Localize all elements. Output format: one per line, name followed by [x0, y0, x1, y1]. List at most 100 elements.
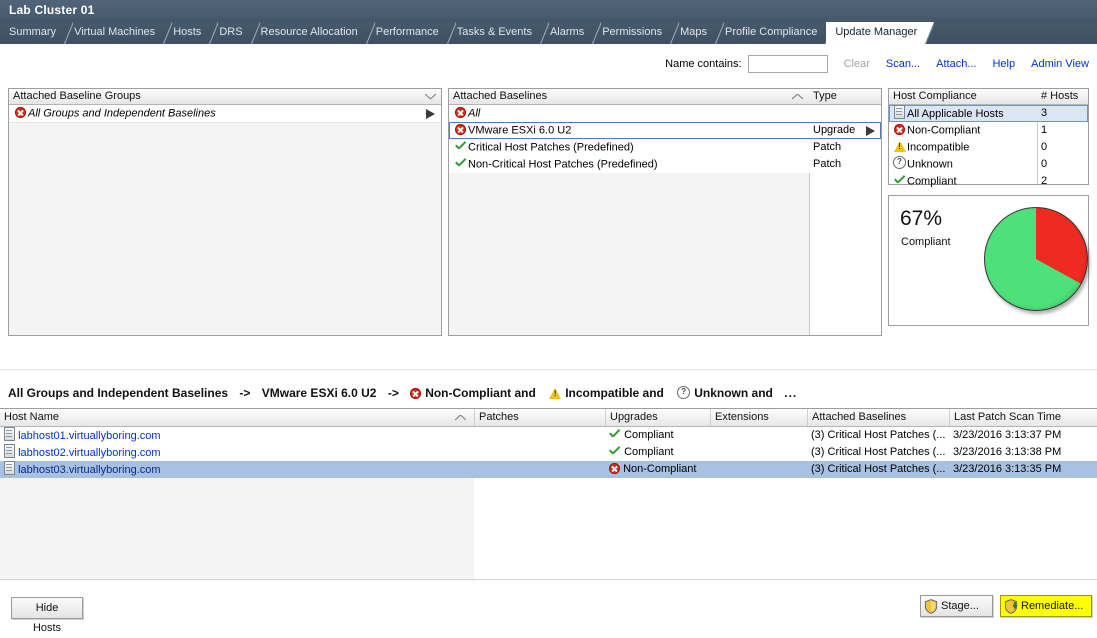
breadcrumb-filter-unknown[interactable]: Unknown and [694, 386, 773, 400]
tab-update-manager[interactable]: Update Manager [826, 22, 935, 44]
host-table-column-header[interactable]: Upgrades [605, 409, 710, 426]
host-name-link[interactable]: labhost01.virtuallyboring.com [18, 430, 160, 442]
host-compliance-row[interactable]: Compliant 2 [889, 173, 1088, 190]
clear-link[interactable]: Clear [844, 58, 870, 70]
bottom-action-bar: Hide Hosts Stage... Remediate... [0, 581, 1097, 634]
attach-link[interactable]: Attach... [936, 58, 976, 70]
tab-label: Profile Compliance [725, 26, 818, 38]
host-compliance-row[interactable]: All Applicable Hosts 3 [889, 105, 1088, 122]
expand-arrow-icon[interactable] [866, 126, 875, 136]
row-icon [892, 156, 907, 173]
breadcrumb-group[interactable]: All Groups and Independent Baselines [8, 386, 228, 400]
baselines-list: All VMware ESXi 6.0 U2 Upgrade Critical Hos… [449, 105, 881, 173]
unknown-icon [893, 156, 906, 169]
shield-icon [924, 599, 938, 614]
host-compliance-label: Compliant [907, 175, 957, 188]
table-row[interactable]: labhost02.virtuallyboring.com Compliant (… [0, 444, 1097, 461]
host-table-column-header[interactable]: Host Name [0, 409, 474, 426]
baseline-groups-header[interactable]: Attached Baseline Groups [9, 89, 441, 105]
tab-maps[interactable]: Maps [671, 22, 725, 44]
check-icon [455, 158, 467, 169]
unknown-icon [677, 386, 691, 399]
tab-resource-allocation[interactable]: Resource Allocation [252, 22, 375, 44]
host-compliance-row[interactable]: Non-Compliant 1 [889, 122, 1088, 139]
baseline-label: Non-Critical Host Patches (Predefined) [468, 158, 658, 171]
tab-hosts[interactable]: Hosts [164, 22, 219, 44]
breadcrumb-ellipsis[interactable]: ... [784, 386, 797, 400]
expand-arrow-icon[interactable] [426, 109, 435, 119]
host-compliance-body: All Applicable Hosts 3 Non-Compliant 1 Incom… [889, 105, 1088, 187]
baselines-header[interactable]: Attached Baselines Type [449, 89, 881, 105]
search-input[interactable] [747, 55, 828, 73]
scan-link[interactable]: Scan... [886, 58, 920, 70]
panels-row: Attached Baseline Groups All Groups and … [0, 88, 1097, 346]
help-link[interactable]: Help [992, 58, 1015, 70]
tab-permissions[interactable]: Permissions [593, 22, 680, 44]
host-table-column-header[interactable]: Last Patch Scan Time [949, 409, 1097, 426]
host-table-column-header[interactable]: Attached Baselines [807, 409, 949, 426]
tab-profile-compliance[interactable]: Profile Compliance [716, 22, 835, 44]
tab-label: Resource Allocation [260, 26, 358, 38]
host-table-column-header[interactable]: Patches [474, 409, 605, 426]
row-icon [453, 105, 468, 122]
host-compliance-count: 1 [1041, 124, 1048, 136]
compliance-percent: 67% [900, 207, 943, 230]
host-name-cell[interactable]: labhost02.virtuallyboring.com [0, 444, 474, 461]
host-name-link[interactable]: labhost02.virtuallyboring.com [18, 447, 160, 459]
host-compliance-label: Unknown [907, 158, 953, 171]
host-compliance-label: Non-Compliant [907, 124, 981, 137]
sort-ascending-icon [792, 94, 803, 100]
host-compliance-panel: Host Compliance # Hosts All Applicable H… [888, 88, 1089, 187]
host-name-link[interactable]: labhost03.virtuallyboring.com [18, 464, 160, 476]
baselines-header-label: Attached Baselines [453, 90, 548, 102]
row-icon [892, 122, 907, 139]
last-patch-scan-time-cell: 3/23/2016 3:13:38 PM [953, 446, 1062, 458]
tab-label: Maps [680, 26, 708, 38]
baseline-groups-list: All Groups and Independent Baselines [9, 105, 441, 123]
baseline-type: Upgrade [813, 124, 856, 136]
breadcrumb-filter-incompatible[interactable]: Incompatible and [565, 386, 664, 400]
tab-alarms[interactable]: Alarms [541, 22, 602, 44]
host-compliance-header-label: Host Compliance [893, 90, 977, 102]
baseline-groups-body: All Groups and Independent Baselines [9, 105, 441, 335]
baseline-type: Patch [813, 141, 842, 153]
host-compliance-row[interactable]: Unknown 0 [889, 156, 1088, 173]
row-icon [892, 173, 907, 190]
sort-descending-icon [425, 93, 436, 100]
host-table-column-header[interactable]: Extensions [710, 409, 807, 426]
row-icon [453, 139, 468, 156]
tab-summary[interactable]: Summary [0, 22, 74, 44]
attached-baselines-cell: (3) Critical Host Patches (... [811, 429, 946, 441]
remediate-button[interactable]: Remediate... [1000, 595, 1092, 617]
extensions-cell [710, 444, 807, 461]
table-row[interactable]: labhost03.virtuallyboring.com Non-Compli… [0, 461, 1097, 478]
host-compliance-row[interactable]: Incompatible 0 [889, 139, 1088, 156]
breadcrumb-filter-non-compliant[interactable]: Non-Compliant and [425, 386, 536, 400]
tab-label: Permissions [602, 26, 663, 38]
baseline-group-row[interactable]: All Groups and Independent Baselines [9, 105, 441, 123]
breadcrumb-arrow-2: -> [387, 386, 399, 400]
host-table-scroll-track[interactable] [0, 579, 1097, 580]
baseline-row[interactable]: Critical Host Patches (Predefined) Patch [449, 139, 881, 156]
host-compliance-header[interactable]: Host Compliance # Hosts [889, 89, 1088, 105]
host-name-cell[interactable]: labhost03.virtuallyboring.com [0, 461, 474, 478]
hide-hosts-button[interactable]: Hide Hosts [11, 597, 83, 634]
tab-drs[interactable]: DRS [210, 22, 260, 44]
tab-virtual-machines[interactable]: Virtual Machines [65, 22, 173, 44]
name-contains-label: Name contains: [665, 58, 742, 70]
tab-label: DRS [219, 26, 243, 38]
baseline-row[interactable]: All [449, 105, 881, 122]
admin-view-link[interactable]: Admin View [1031, 58, 1089, 70]
baseline-row[interactable]: VMware ESXi 6.0 U2 Upgrade [449, 122, 881, 139]
breadcrumb-baseline[interactable]: VMware ESXi 6.0 U2 [262, 386, 377, 400]
stage-button[interactable]: Stage... [920, 595, 993, 617]
host-name-cell[interactable]: labhost01.virtuallyboring.com [0, 427, 474, 444]
error-icon [894, 124, 905, 135]
breadcrumb: All Groups and Independent Baselines -> … [8, 386, 797, 400]
tab-performance[interactable]: Performance [367, 22, 456, 44]
table-row[interactable]: labhost01.virtuallyboring.com Compliant (… [0, 427, 1097, 444]
baseline-row[interactable]: Non-Critical Host Patches (Predefined) Pa… [449, 156, 881, 173]
error-icon [455, 124, 466, 135]
tab-tasks-events[interactable]: Tasks & Events [448, 22, 549, 44]
attached-baseline-groups-panel: Attached Baseline Groups All Groups and … [8, 88, 442, 336]
